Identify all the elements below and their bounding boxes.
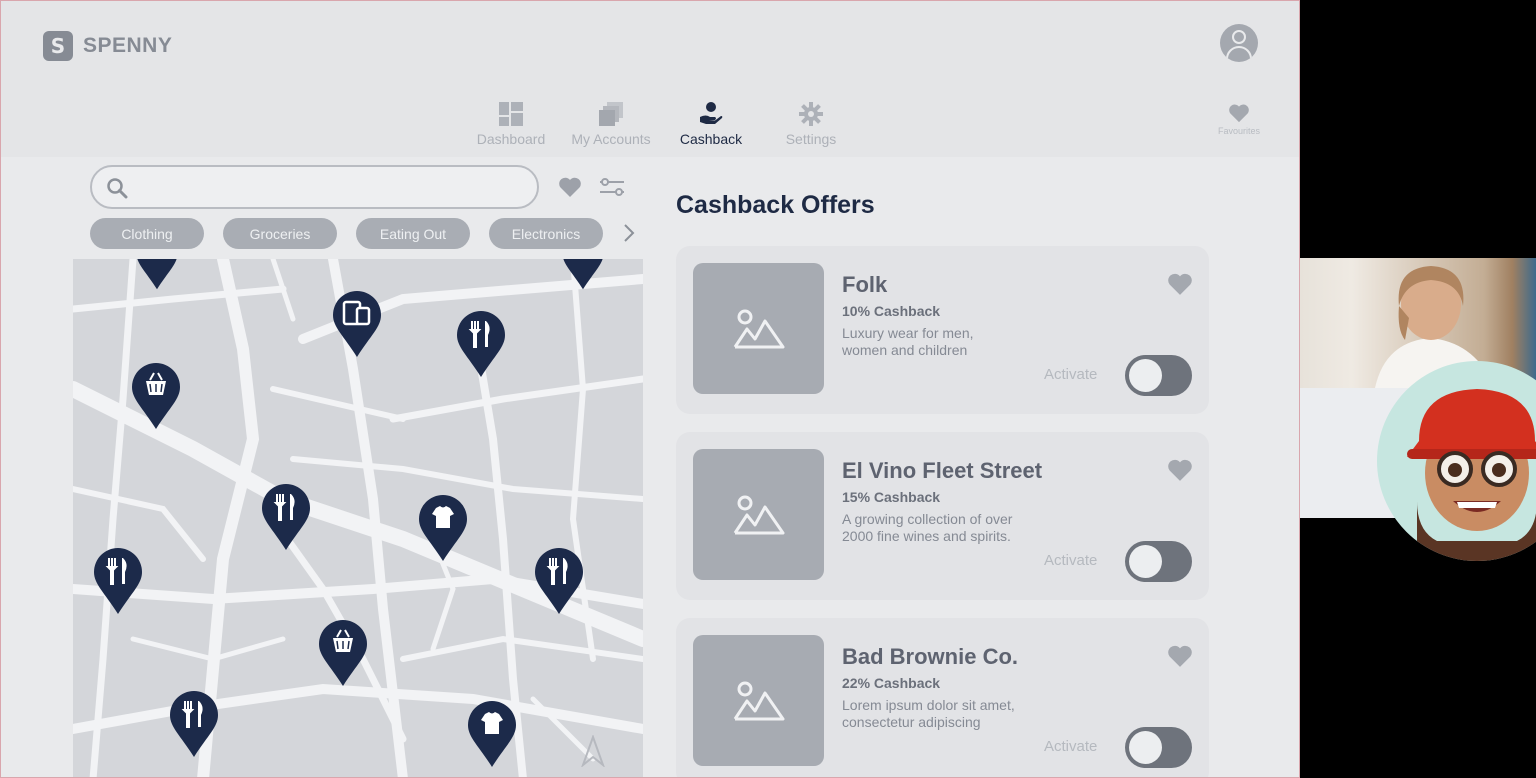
nav-label-dashboard: Dashboard [476,131,546,147]
toggle-knob [1129,359,1162,392]
nav-settings[interactable]: Settings [761,101,861,147]
offer-cashback: 10% Cashback [842,303,941,319]
chevron-right-icon[interactable] [623,223,635,243]
search-icon [107,178,128,199]
offer-card[interactable]: Bad Brownie Co. 22% Cashback Lorem ipsum… [676,618,1209,777]
map-pin-groceries[interactable] [319,620,367,688]
search-bar[interactable] [90,165,539,209]
activate-label: Activate [1044,738,1098,755]
map-pin-groceries[interactable] [132,363,180,431]
toggle-knob [1129,731,1162,764]
map-pin-restaurant[interactable] [535,548,583,616]
gear-icon [799,101,823,127]
image-placeholder-icon [733,309,784,348]
toggle-knob [1129,545,1162,578]
accounts-icon [599,101,623,127]
nav-my-accounts[interactable]: My Accounts [561,101,661,147]
app-logo[interactable]: S SPENNY [43,31,172,61]
heart-icon [1229,104,1249,123]
top-bar: S SPENNY Dashboard My Accounts Cashback … [1,1,1299,157]
map-pin-restaurant[interactable] [133,259,181,291]
offer-cashback: 15% Cashback [842,489,941,505]
dashboard-icon [499,101,523,127]
cashback-icon [698,101,724,127]
map-pin-restaurant[interactable] [170,691,218,759]
nav-label-cashback: Cashback [679,131,743,147]
offer-card[interactable]: El Vino Fleet Street 15% Cashback A grow… [676,432,1209,600]
offer-image-placeholder [693,449,824,580]
favourite-heart-icon[interactable] [1166,644,1194,668]
chip-electronics[interactable]: Electronics [489,218,603,249]
map-pin-restaurant[interactable] [457,311,505,379]
offer-description: Luxury wear for men, women and children [842,325,974,358]
section-title: Cashback Offers [676,191,875,219]
search-input[interactable] [136,175,526,199]
profile-avatar[interactable] [1220,24,1258,62]
nav-label-my-accounts: My Accounts [571,131,651,147]
offer-cashback: 22% Cashback [842,675,941,691]
activate-label: Activate [1044,366,1098,383]
image-placeholder-icon [733,495,784,534]
user-icon-head [1232,30,1246,44]
map-pin-restaurant[interactable] [262,484,310,552]
favourite-heart-icon[interactable] [1166,458,1194,482]
favourites-filter-heart-icon[interactable] [557,176,583,198]
offer-name: Bad Brownie Co. [842,644,1019,669]
activate-toggle[interactable] [1125,541,1192,582]
main-nav: Dashboard My Accounts Cashback Settings [461,101,861,147]
map-pin-electronics[interactable] [333,291,381,359]
nav-dashboard[interactable]: Dashboard [461,101,561,147]
navigation-arrow-icon[interactable] [581,735,605,767]
offer-image-placeholder [693,263,824,394]
filters-sliders-icon[interactable] [599,177,625,197]
map-pin-clothing[interactable] [468,701,516,769]
offer-image-placeholder [693,635,824,766]
nav-favourites[interactable]: Favourites [1209,103,1269,136]
favourite-heart-icon[interactable] [1166,272,1194,296]
map-pin-clothing[interactable] [419,495,467,563]
app-name: SPENNY [83,34,173,57]
nav-cashback[interactable]: Cashback [661,101,761,147]
chip-eating-out[interactable]: Eating Out [356,218,470,249]
offer-description: A growing collection of over 2000 fine w… [842,511,1013,544]
logo-mark: S [43,31,73,61]
offers-map[interactable] [73,259,643,777]
offer-card[interactable]: Folk 10% Cashback Luxury wear for men, w… [676,246,1209,414]
chip-clothing[interactable]: Clothing [90,218,204,249]
user-icon-body [1226,46,1252,62]
offer-description: Lorem ipsum dolor sit amet, consectetur … [842,697,1015,730]
nav-label-settings: Settings [785,131,837,147]
map-pin-restaurant[interactable] [559,259,607,291]
chip-groceries[interactable]: Groceries [223,218,337,249]
nav-label-favourites: Favourites [1217,126,1261,136]
activate-label: Activate [1044,552,1098,569]
offer-name: El Vino Fleet Street [842,458,1043,483]
image-placeholder-icon [733,681,784,720]
category-chips: Clothing Groceries Eating Out Electronic… [90,218,603,249]
offer-name: Folk [842,272,888,297]
activate-toggle[interactable] [1125,355,1192,396]
activate-toggle[interactable] [1125,727,1192,768]
app-window: S SPENNY Dashboard My Accounts Cashback … [0,0,1300,778]
map-pin-restaurant[interactable] [94,548,142,616]
